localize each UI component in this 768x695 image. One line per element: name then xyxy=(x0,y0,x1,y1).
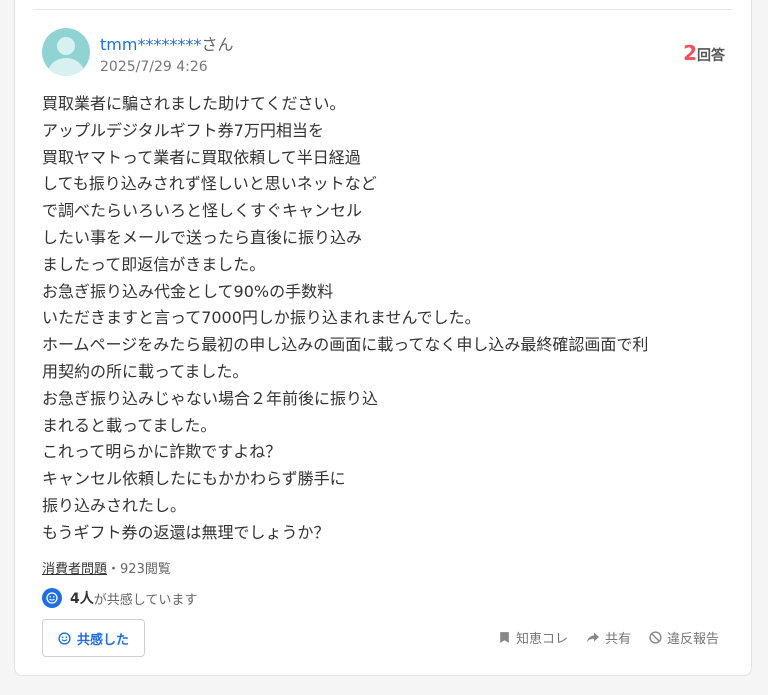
answer-count-label: 回答 xyxy=(697,48,725,64)
question-line: ましたって即返信がきました。 xyxy=(42,254,266,274)
empathy-text: が共感しています xyxy=(93,592,198,608)
avatar-body xyxy=(48,58,84,76)
empathy-button[interactable]: 共感した xyxy=(42,619,145,657)
empathy-button-label: 共感した xyxy=(76,632,129,648)
question-line: 買取業者に騙されました助けてください。 xyxy=(42,94,346,113)
report-button[interactable]: 違反報告 xyxy=(649,628,719,647)
action-bar: 知恵コレ 共有 違反報告 xyxy=(480,628,719,647)
empathy-count: 4人 xyxy=(70,591,94,607)
share-label: 共有 xyxy=(604,632,631,647)
save-collection-button[interactable]: 知恵コレ xyxy=(498,628,568,647)
empathy-summary: 4人 が共感しています xyxy=(42,588,197,608)
view-count: 923閲覧 xyxy=(120,562,171,577)
question-line: もうギフト券の返還は無理でしょうか？ xyxy=(42,522,330,542)
question-line: お急ぎ振り込み代金として90%の手数料 xyxy=(42,281,334,301)
question-line: いただきますと言って7000円しか振り込まれませんでした。 xyxy=(42,308,481,328)
report-label: 違反報告 xyxy=(666,632,719,647)
smile-icon xyxy=(42,588,62,608)
question-card: tmm********さん 2025/7/29 4:26 2回答 買取業者に騙さ… xyxy=(14,0,752,676)
answer-count-number: 2 xyxy=(683,41,697,65)
divider xyxy=(33,9,733,10)
question-line: しても振り込みされず怪しいと思いネットなど xyxy=(42,174,377,194)
avatar-head xyxy=(57,37,75,55)
avatar[interactable] xyxy=(42,28,90,76)
user-line: tmm********さん xyxy=(100,31,233,55)
question-line: 買取ヤマトって業者に買取依頼して半日経過 xyxy=(42,147,361,167)
bookmark-icon xyxy=(500,632,509,643)
question-line: アップルデジタルギフト券7万円相当を xyxy=(42,120,324,140)
post-timestamp: 2025/7/29 4:26 xyxy=(100,59,208,75)
question-line: したい事をメールで送ったら直後に振り込み xyxy=(42,227,363,247)
question-line: 振り込みされたし。 xyxy=(42,495,187,515)
honorific: さん xyxy=(201,35,234,54)
question-line: で調べたらいろいろと怪しくすぐキャンセル xyxy=(42,201,363,221)
question-line: 用契約の所に載ってました。 xyxy=(42,361,249,381)
question-meta: 消費者問題・923閲覧 xyxy=(42,558,171,577)
meta-separator: ・ xyxy=(107,562,121,577)
username-link[interactable]: tmm******** xyxy=(100,35,201,54)
question-line: ホームページをみたら最初の申し込みの画面に載ってなく申し込み最終確認画面で利 xyxy=(42,335,649,355)
question-body: 買取業者に騙されました助けてください。 アップルデジタルギフト券7万円相当を 買… xyxy=(42,91,732,547)
question-line: お急ぎ振り込みじゃない場合２年前後に振り込 xyxy=(42,388,379,408)
share-icon xyxy=(586,632,599,643)
question-line: まれると載ってました。 xyxy=(42,415,217,435)
save-collection-label: 知恵コレ xyxy=(515,632,568,647)
category-link[interactable]: 消費者問題 xyxy=(42,562,107,577)
share-button[interactable]: 共有 xyxy=(586,628,631,647)
question-line: これって明らかに詐欺ですよね？ xyxy=(42,442,282,462)
prohibited-icon xyxy=(649,631,662,644)
question-line: キャンセル依頼したにもかかわらず勝手に xyxy=(42,469,346,489)
smile-outline-icon xyxy=(58,631,71,645)
answer-count[interactable]: 2回答 xyxy=(683,41,725,65)
